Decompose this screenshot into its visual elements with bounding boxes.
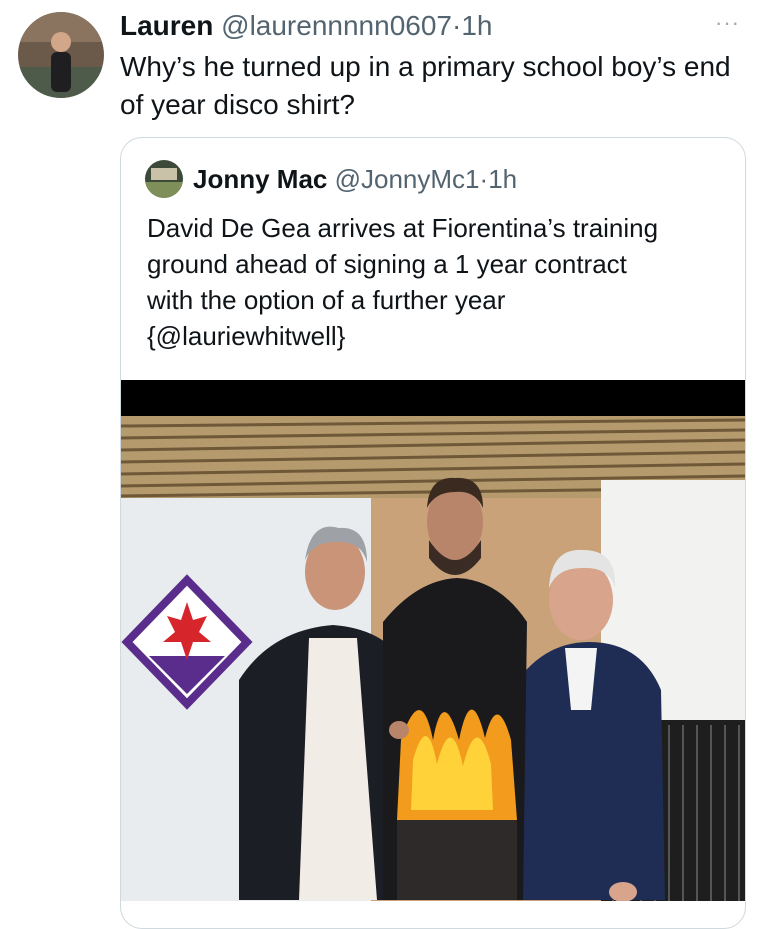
more-options-icon[interactable]: ···	[715, 10, 740, 36]
quoted-time-separator: ·	[479, 164, 489, 194]
quoted-author-avatar[interactable]	[145, 160, 183, 198]
quoted-text-mention[interactable]: {@lauriewhitwell}	[147, 318, 737, 354]
time-separator: ·	[451, 10, 462, 41]
quoted-text-line: David De Gea arrives at Fiorentina’s tra…	[147, 213, 659, 243]
quoted-author-handle[interactable]: @JonnyMc1	[335, 164, 480, 194]
avatar-image	[18, 12, 104, 98]
photo-image	[121, 380, 745, 901]
author-avatar[interactable]	[18, 12, 104, 98]
quoted-photo[interactable]	[121, 380, 745, 901]
quoted-avatar-image	[145, 160, 183, 198]
author-handle[interactable]: @laurennnnn0607	[221, 10, 452, 41]
quoted-time[interactable]: 1h	[488, 164, 517, 194]
quoted-text-line: ground ahead of signing a 1 year contrac…	[147, 249, 627, 279]
quoted-author-name[interactable]: Jonny Mac	[193, 164, 327, 194]
quoted-header: Jonny Mac @JonnyMc1·1h	[193, 162, 517, 196]
tweet-time[interactable]: 1h	[461, 10, 492, 41]
quoted-text-line: with the option of a further year	[147, 285, 506, 315]
quoted-text: David De Gea arrives at Fiorentina’s tra…	[147, 210, 737, 354]
author-name[interactable]: Lauren	[120, 10, 213, 41]
tweet-header: Lauren @laurennnnn0607·1h	[120, 8, 492, 44]
quoted-tweet-card[interactable]: Jonny Mac @JonnyMc1·1h David De Gea arri…	[120, 137, 746, 929]
tweet-text: Why’s he turned up in a primary school b…	[120, 51, 731, 120]
